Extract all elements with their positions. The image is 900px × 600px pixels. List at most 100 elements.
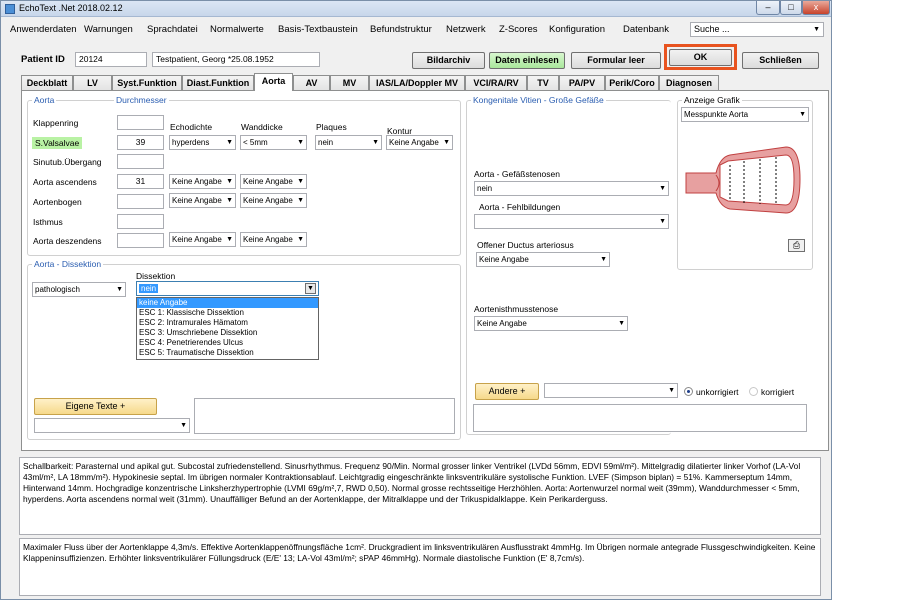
- tab-mv[interactable]: MV: [330, 75, 369, 91]
- select-value: Keine Angabe: [172, 235, 222, 244]
- unkorrigiert-radio[interactable]: [684, 387, 693, 396]
- window-title: EchoText .Net 2018.02.12: [19, 3, 123, 13]
- patient-name-field[interactable]: Testpatient, Georg *25.08.1952: [152, 52, 320, 67]
- dissektion-select[interactable]: nein ▼: [136, 281, 319, 296]
- aorta-ascendens-input[interactable]: 31: [117, 174, 164, 189]
- andere-select[interactable]: ▼: [544, 383, 678, 398]
- ductus-select[interactable]: Keine Angabe ▼: [476, 252, 610, 267]
- row-label-isthmus: Isthmus: [33, 217, 63, 227]
- chevron-down-icon: ▼: [372, 139, 379, 146]
- tab-diagnosen[interactable]: Diagnosen: [659, 75, 719, 91]
- dissektion-option[interactable]: ESC 5: Traumatische Dissektion: [137, 348, 318, 358]
- aorta-deszendens-echodichte-select[interactable]: Keine Angabe ▼: [169, 232, 236, 247]
- menu-datenbank[interactable]: Datenbank: [623, 24, 669, 35]
- aortenbogen-input[interactable]: [117, 194, 164, 209]
- tab-syst-funktion[interactable]: Syst.Funktion: [112, 75, 182, 91]
- chevron-down-icon[interactable]: ▼: [305, 283, 316, 294]
- s-valsalvae-wanddicke-select[interactable]: < 5mm ▼: [240, 135, 307, 150]
- s-valsalvae-kontur-select[interactable]: Keine Angabe ▼: [386, 135, 453, 150]
- aortenbogen-wanddicke-select[interactable]: Keine Angabe ▼: [240, 193, 307, 208]
- chevron-down-icon: ▼: [116, 286, 123, 293]
- aorta-ascendens-echodichte-select[interactable]: Keine Angabe ▼: [169, 174, 236, 189]
- menu-normalwerte[interactable]: Normalwerte: [210, 24, 264, 35]
- menu-basis-textbaustein[interactable]: Basis-Textbaustein: [278, 24, 358, 35]
- aorta-ascendens-wanddicke-select[interactable]: Keine Angabe ▼: [240, 174, 307, 189]
- menu-netzwerk[interactable]: Netzwerk: [446, 24, 486, 35]
- daten-einlesen-button[interactable]: Daten einlesen: [489, 52, 565, 69]
- dissektion-label: Dissektion: [136, 271, 176, 281]
- dissektion-option[interactable]: keine Angabe: [137, 298, 318, 308]
- isthmusstenose-select[interactable]: Keine Angabe ▼: [474, 316, 628, 331]
- maximize-button[interactable]: □: [780, 1, 802, 15]
- menu-konfiguration[interactable]: Konfiguration: [549, 24, 605, 35]
- korrigiert-radio[interactable]: [749, 387, 758, 396]
- plaques-header: Plaques: [316, 122, 347, 132]
- row-label-aorta-deszendens: Aorta deszendens: [33, 236, 102, 246]
- s-valsalvae-echodichte-select[interactable]: hyperdens ▼: [169, 135, 236, 150]
- chevron-down-icon: ▼: [618, 320, 625, 327]
- sinutub-input[interactable]: [117, 154, 164, 169]
- select-value: < 5mm: [243, 138, 268, 147]
- report-text-1[interactable]: Schallbarkeit: Parasternal und apikal gu…: [19, 457, 821, 535]
- aorta-deszendens-wanddicke-select[interactable]: Keine Angabe ▼: [240, 232, 307, 247]
- isthmus-input[interactable]: [117, 214, 164, 229]
- s-valsalvae-plaques-select[interactable]: nein ▼: [315, 135, 382, 150]
- grafik-select[interactable]: Messpunkte Aorta ▼: [681, 107, 809, 122]
- unkorrigiert-label: unkorrigiert: [696, 387, 739, 397]
- patient-id-field[interactable]: 20124: [75, 52, 147, 67]
- eigene-texte-select[interactable]: ▼: [34, 418, 190, 433]
- menu-anwenderdaten[interactable]: Anwenderdaten: [10, 24, 77, 35]
- tab-tv[interactable]: TV: [527, 75, 559, 91]
- tab-diast-funktion[interactable]: Diast.Funktion: [182, 75, 254, 91]
- dissektion-option[interactable]: ESC 4: Penetrierendes Ulcus: [137, 338, 318, 348]
- tab-pa-pv[interactable]: PA/PV: [559, 75, 605, 91]
- tab-ias-la-doppler-mv[interactable]: IAS/LA/Doppler MV: [369, 75, 465, 91]
- printer-icon[interactable]: ⎙: [788, 239, 805, 252]
- minimize-button[interactable]: –: [756, 1, 780, 15]
- menu-warnungen[interactable]: Warnungen: [84, 24, 133, 35]
- select-value: nein: [477, 184, 493, 193]
- tab-aorta[interactable]: Aorta: [254, 73, 293, 91]
- eigene-texte-button[interactable]: Eigene Texte +: [34, 398, 157, 415]
- menu-sprachdatei[interactable]: Sprachdatei: [147, 24, 198, 35]
- row-label-aortenbogen: Aortenbogen: [33, 197, 82, 207]
- tab-vci-ra-rv[interactable]: VCI/RA/RV: [465, 75, 527, 91]
- chevron-down-icon: ▼: [297, 178, 304, 185]
- close-button[interactable]: x: [802, 1, 830, 15]
- eigene-texte-textarea[interactable]: [194, 398, 455, 434]
- chevron-down-icon: ▼: [226, 197, 233, 204]
- formular-leer-button[interactable]: Formular leer: [571, 52, 661, 69]
- chevron-down-icon: ▼: [659, 218, 666, 225]
- dissektion-status-select[interactable]: pathologisch ▼: [32, 282, 126, 297]
- menu-z-scores[interactable]: Z-Scores: [499, 24, 538, 35]
- report-text-2[interactable]: Maximaler Fluss über der Aortenklappe 4,…: [19, 538, 821, 596]
- tab-perik-coro[interactable]: Perik/Coro: [605, 75, 659, 91]
- menu-befundstruktur[interactable]: Befundstruktur: [370, 24, 432, 35]
- fehlbildungen-select[interactable]: ▼: [474, 214, 669, 229]
- schliessen-button[interactable]: Schließen: [742, 52, 819, 69]
- aortenbogen-echodichte-select[interactable]: Keine Angabe ▼: [169, 193, 236, 208]
- isthmusstenose-label: Aortenisthmusstenose: [474, 304, 559, 314]
- dissektion-option[interactable]: ESC 2: Intramurales Hämatom: [137, 318, 318, 328]
- tab-av[interactable]: AV: [293, 75, 330, 91]
- andere-button[interactable]: Andere +: [475, 383, 539, 400]
- gefaessstenosen-label: Aorta - Gefäßstenosen: [474, 169, 560, 179]
- app-icon: [5, 4, 15, 14]
- dissektion-option[interactable]: ESC 1: Klassische Dissektion: [137, 308, 318, 318]
- aorta-deszendens-input[interactable]: [117, 233, 164, 248]
- andere-textarea[interactable]: [473, 404, 807, 432]
- gefaessstenosen-select[interactable]: nein ▼: [474, 181, 669, 196]
- s-valsalvae-input[interactable]: 39: [117, 135, 164, 150]
- klappenring-input[interactable]: [117, 115, 164, 130]
- ok-button[interactable]: OK: [669, 49, 732, 66]
- row-label-sinutub: Sinutub.Übergang: [33, 157, 102, 167]
- search-combobox[interactable]: Suche ... ▼: [690, 22, 824, 37]
- select-value: Keine Angabe: [243, 177, 293, 186]
- chevron-down-icon: ▼: [226, 178, 233, 185]
- tab-lv[interactable]: LV: [73, 75, 112, 91]
- chevron-down-icon: ▼: [297, 197, 304, 204]
- dissektion-option[interactable]: ESC 3: Umschriebene Dissektion: [137, 328, 318, 338]
- tab-deckblatt[interactable]: Deckblatt: [21, 75, 73, 91]
- row-label-s-valsalvae: S.Valsalvae: [32, 137, 83, 149]
- bildarchiv-button[interactable]: Bildarchiv: [412, 52, 485, 69]
